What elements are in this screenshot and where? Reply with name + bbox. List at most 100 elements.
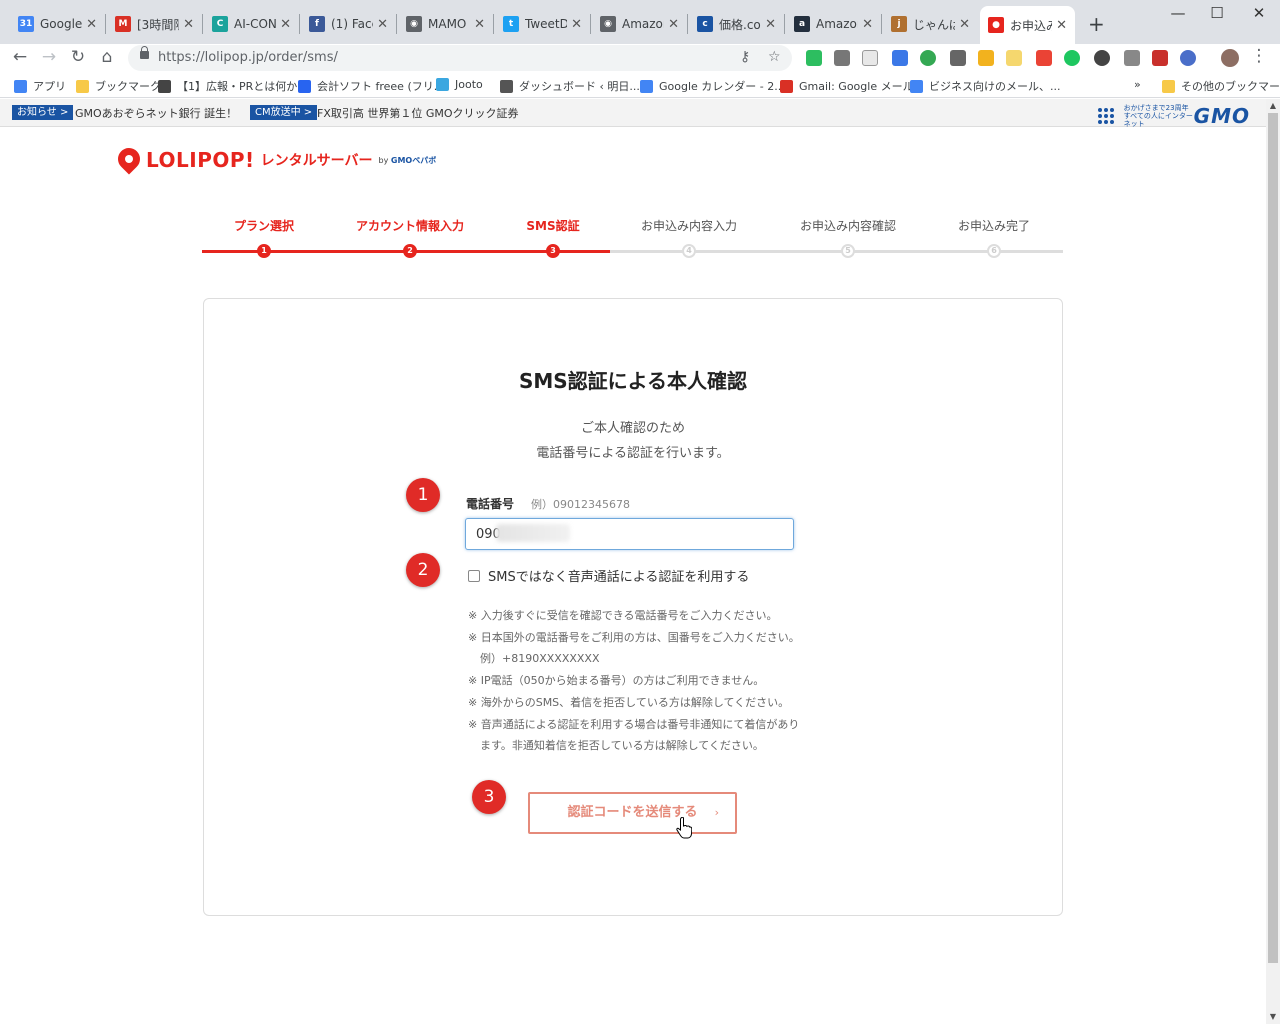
step-label: SMS認証 bbox=[526, 219, 580, 233]
minimize-button[interactable]: — bbox=[1158, 4, 1198, 22]
scroll-down-arrow-icon[interactable]: ▼ bbox=[1266, 1010, 1280, 1024]
tab-separator bbox=[105, 14, 106, 34]
extension-icon[interactable] bbox=[834, 50, 850, 66]
tab-2[interactable]: C AI-CON ✕ bbox=[204, 8, 299, 40]
freee-icon bbox=[298, 79, 311, 93]
tab-close-icon[interactable]: ✕ bbox=[571, 17, 582, 32]
lolipop-logo[interactable]: LOLIPOP! レンタルサーバー by GMOペパボ bbox=[113, 143, 437, 175]
chat-ext-icon[interactable] bbox=[892, 50, 908, 66]
tab-5[interactable]: t TweetD ✕ bbox=[495, 8, 590, 40]
profile-avatar[interactable] bbox=[1221, 49, 1239, 67]
speed-ext-icon[interactable] bbox=[920, 50, 936, 66]
bookmark-item[interactable]: Google カレンダー - 2... bbox=[640, 78, 785, 94]
new-tab-button[interactable]: + bbox=[1088, 12, 1105, 36]
page-title: SMS認証による本人確認 bbox=[518, 369, 748, 393]
bookmark-item[interactable]: 会計ソフト freee (フリ... bbox=[298, 78, 444, 94]
google-calendar-icon bbox=[640, 79, 653, 93]
folder-icon bbox=[1162, 79, 1175, 93]
tab-close-icon[interactable]: ✕ bbox=[474, 17, 485, 32]
logo-by-brand: GMOペパボ bbox=[390, 155, 437, 165]
address-bar[interactable]: https://lolipop.jp/order/sms/ ⚷ ☆ bbox=[128, 45, 792, 71]
step-number: 1 bbox=[257, 244, 271, 258]
forward-icon[interactable]: → bbox=[37, 47, 61, 67]
back-icon[interactable]: ← bbox=[8, 47, 32, 67]
shield-ext-icon[interactable] bbox=[978, 50, 994, 66]
tab-close-icon[interactable]: ✕ bbox=[86, 17, 97, 32]
lolipop-icon: ● bbox=[988, 17, 1004, 33]
tab-title: お申込み bbox=[1010, 18, 1053, 33]
voice-call-checkbox[interactable] bbox=[468, 569, 480, 582]
lock-icon bbox=[140, 46, 149, 59]
send-code-button[interactable]: 認証コードを送信する › bbox=[528, 792, 737, 834]
tab-strip: 31Google✕M[3時間限✕CAI-CON✕f(1) Face✕◉MAMO✕… bbox=[0, 0, 1280, 44]
browser-toolbar: ← → ↻ ⌂ https://lolipop.jp/order/sms/ ⚷ … bbox=[0, 44, 1280, 74]
tab-close-icon[interactable]: ✕ bbox=[862, 17, 873, 32]
voice-call-label[interactable]: SMSではなく音声通話による認証を利用する bbox=[488, 566, 749, 585]
scroll-up-arrow-icon[interactable]: ▲ bbox=[1266, 99, 1280, 113]
tab-title: MAMO bbox=[428, 17, 467, 31]
tab-close-icon[interactable]: ✕ bbox=[668, 17, 679, 32]
bookmark-item[interactable]: アプリ bbox=[14, 78, 66, 94]
cm-badge[interactable]: CM放送中 > bbox=[250, 105, 318, 120]
bookmark-item[interactable]: ビジネス向けのメール、... bbox=[910, 78, 1061, 94]
home-icon[interactable]: ⌂ bbox=[95, 47, 119, 67]
tab-close-icon[interactable]: ✕ bbox=[1056, 18, 1067, 33]
step-number: 5 bbox=[841, 244, 855, 258]
tab-9[interactable]: j じゃんぱ ✕ bbox=[883, 8, 978, 40]
bookmark-star-icon[interactable]: ☆ bbox=[768, 49, 781, 65]
tab-1[interactable]: M [3時間限 ✕ bbox=[107, 8, 202, 40]
tab-close-icon[interactable]: ✕ bbox=[765, 17, 776, 32]
tab-4[interactable]: ◉ MAMO ✕ bbox=[398, 8, 493, 40]
line-ext-icon[interactable] bbox=[1064, 50, 1080, 66]
tab-0[interactable]: 31 Google ✕ bbox=[10, 8, 105, 40]
tab-6[interactable]: ◉ Amazon ✕ bbox=[592, 8, 687, 40]
graduation-icon bbox=[158, 79, 171, 93]
bookmark-item[interactable]: Gmail: Google メール bbox=[780, 78, 914, 94]
vertical-scrollbar[interactable]: ▲ ▼ bbox=[1266, 99, 1280, 1024]
bookmark-item[interactable]: ブックマーク bbox=[76, 78, 161, 94]
bookmark-item[interactable]: 【1】広報・PRとは何か... bbox=[158, 78, 308, 94]
pdf-ext-icon[interactable] bbox=[1152, 50, 1168, 66]
tab-close-icon[interactable]: ✕ bbox=[183, 17, 194, 32]
news-badge[interactable]: お知らせ > bbox=[12, 105, 74, 120]
step-number: 6 bbox=[987, 244, 1001, 258]
tab-separator bbox=[590, 14, 591, 34]
pinterest-ext-icon[interactable] bbox=[1180, 50, 1196, 66]
bookmark-label: Gmail: Google メール bbox=[799, 80, 914, 93]
maximize-button[interactable]: ☐ bbox=[1197, 4, 1237, 22]
tab-10[interactable]: ● お申込み ✕ bbox=[980, 6, 1075, 44]
tab-7[interactable]: c 価格.co ✕ bbox=[689, 8, 784, 40]
phone-example: 例）09012345678 bbox=[531, 498, 630, 511]
bookmark-item[interactable]: Jooto bbox=[436, 78, 483, 91]
reload-icon[interactable]: ↻ bbox=[66, 47, 90, 67]
evernote-icon[interactable] bbox=[806, 50, 822, 66]
janpara-icon: j bbox=[891, 16, 907, 32]
binoculars-ext-icon[interactable] bbox=[1094, 50, 1110, 66]
menu-icon[interactable]: ⋮ bbox=[1247, 46, 1271, 66]
annotation-marker-2: 2 bbox=[406, 553, 440, 587]
tab-close-icon[interactable]: ✕ bbox=[377, 17, 388, 32]
cm-text[interactable]: FX取引高 世界第１位 GMOクリック証券 bbox=[317, 105, 519, 121]
key-icon[interactable]: ⚷ bbox=[740, 49, 750, 65]
news-text[interactable]: GMOあおぞらネット銀行 誕生！ bbox=[75, 105, 237, 121]
bookmarks-overflow[interactable]: » bbox=[1134, 78, 1141, 91]
gmo-header-logo[interactable]: おかげさまで23周年 すべての人にインターネット GMO bbox=[1097, 104, 1250, 128]
yahoo-ext-icon[interactable] bbox=[1006, 50, 1022, 66]
close-window-button[interactable]: ✕ bbox=[1239, 4, 1279, 22]
tab-3[interactable]: f (1) Face ✕ bbox=[301, 8, 396, 40]
calendar-ext-icon[interactable] bbox=[862, 50, 878, 66]
phone-label: 電話番号 bbox=[466, 497, 515, 511]
tab-8[interactable]: a Amazon ✕ bbox=[786, 8, 881, 40]
tab-close-icon[interactable]: ✕ bbox=[280, 17, 291, 32]
google-ext-icon[interactable] bbox=[1036, 50, 1052, 66]
tab-title: Amazon bbox=[816, 17, 858, 31]
bookmark-item[interactable]: ダッシュボード ‹ 明日... bbox=[500, 78, 640, 94]
voice-call-option[interactable]: SMSではなく音声通話による認証を利用する bbox=[468, 566, 749, 585]
tab-close-icon[interactable]: ✕ bbox=[959, 17, 970, 32]
slack-ext-icon[interactable] bbox=[950, 50, 966, 66]
url-text[interactable]: https://lolipop.jp/order/sms/ bbox=[158, 50, 338, 65]
scrollbar-thumb[interactable] bbox=[1268, 113, 1278, 963]
pocket-ext-icon[interactable] bbox=[1124, 50, 1140, 66]
other-bookmarks[interactable]: その他のブックマーク bbox=[1162, 78, 1280, 94]
desc-line-2: 電話番号による認証を行います。 bbox=[536, 446, 730, 461]
